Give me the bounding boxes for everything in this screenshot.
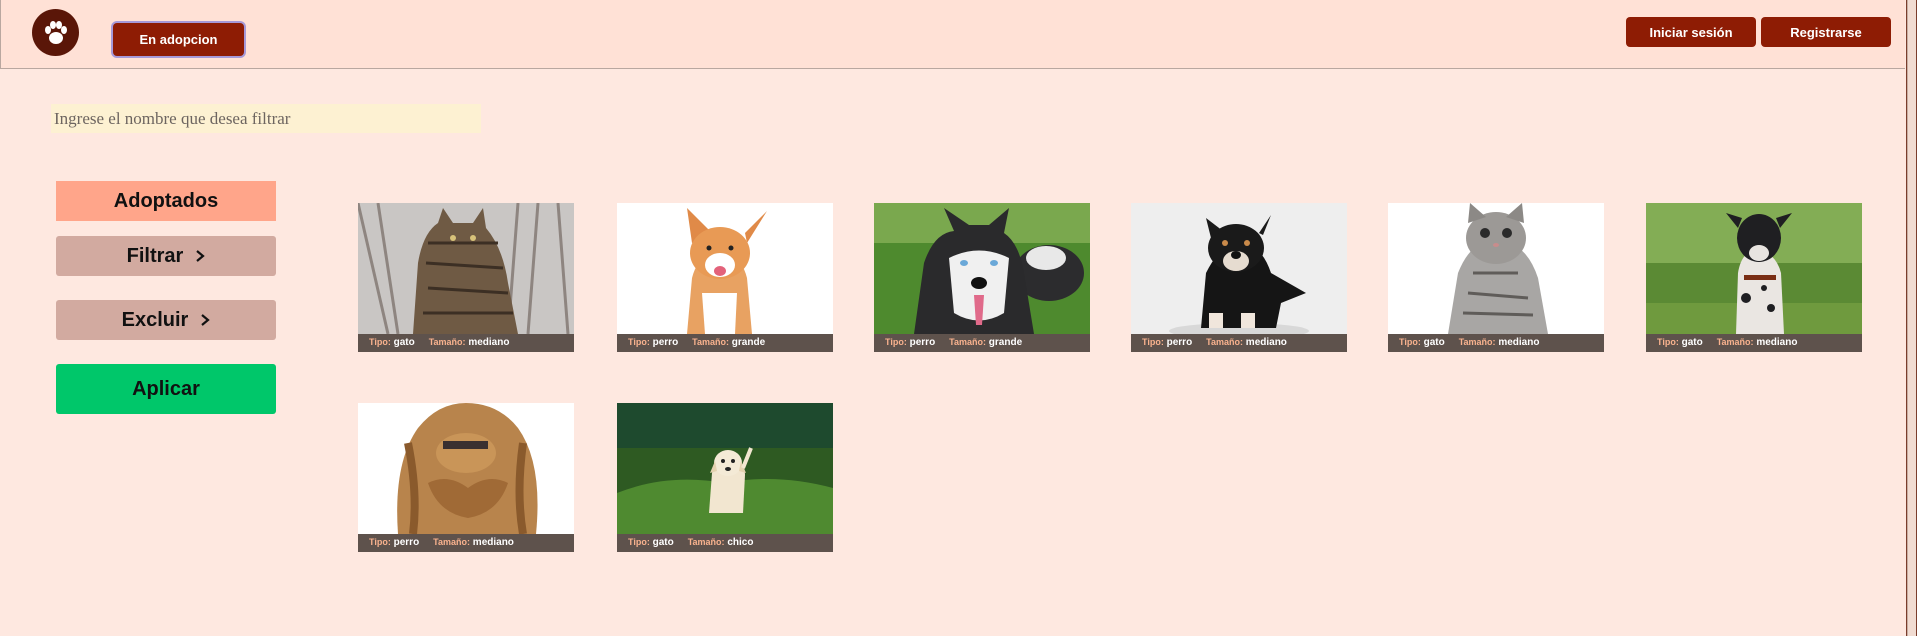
pet-tipo: perro	[393, 537, 420, 548]
top-navbar: En adopcion Iniciar sesión Registrarse	[0, 0, 1905, 69]
filtrar-button[interactable]: Filtrar	[56, 236, 276, 276]
chevron-right-icon	[195, 249, 206, 263]
pet-tamano: mediano	[468, 337, 510, 348]
pet-card[interactable]: Tipo: gato Tamaño: mediano	[1646, 203, 1862, 352]
pet-tamano: grande	[731, 337, 766, 348]
pet-card[interactable]: Tipo: perro Tamaño: mediano	[1131, 203, 1347, 352]
husky-photo	[874, 203, 1090, 334]
tamano-label: Tamaño:	[1716, 337, 1754, 347]
tipo-label: Tipo:	[369, 337, 391, 347]
pet-info: Tipo: perro Tamaño: grande	[874, 334, 1090, 352]
corgi-photo	[617, 203, 833, 334]
black-puppy-photo	[1131, 203, 1347, 334]
cocker-spaniel-photo	[358, 403, 574, 534]
search-input[interactable]: Ingrese el nombre que desea filtrar	[51, 104, 481, 133]
pet-card[interactable]: Tipo: gato Tamaño: mediano	[1388, 203, 1604, 352]
labrador-puppy-photo	[617, 403, 833, 534]
aplicar-label: Aplicar	[132, 377, 200, 400]
register-button[interactable]: Registrarse	[1761, 17, 1891, 47]
pet-tipo: gato	[1681, 337, 1703, 348]
tipo-label: Tipo:	[1399, 337, 1421, 347]
chevron-right-icon	[200, 313, 211, 327]
tamano-label: Tamaño:	[1206, 337, 1244, 347]
pet-info: Tipo: gato Tamaño: chico	[617, 534, 833, 552]
great-dane-photo	[1646, 203, 1862, 334]
pet-info: Tipo: perro Tamaño: grande	[617, 334, 833, 352]
excluir-button[interactable]: Excluir	[56, 300, 276, 340]
pet-info: Tipo: perro Tamaño: mediano	[1131, 334, 1347, 352]
pet-tamano: mediano	[1498, 337, 1540, 348]
pet-tipo: gato	[393, 337, 415, 348]
scrollbar-thumb[interactable]	[1907, 0, 1916, 636]
tipo-label: Tipo:	[885, 337, 907, 347]
pet-tipo: perro	[909, 337, 936, 348]
pet-card[interactable]: Tipo: perro Tamaño: grande	[617, 203, 833, 352]
pet-info: Tipo: perro Tamaño: mediano	[358, 534, 574, 552]
tipo-label: Tipo:	[628, 537, 650, 547]
tamano-label: Tamaño:	[433, 537, 471, 547]
tamano-label: Tamaño:	[692, 337, 730, 347]
tabby-cat-photo	[358, 203, 574, 334]
pet-card[interactable]: Tipo: gato Tamaño: mediano	[358, 203, 574, 352]
filtrar-label: Filtrar	[126, 244, 184, 267]
pet-info: Tipo: gato Tamaño: mediano	[1646, 334, 1862, 352]
aplicar-button[interactable]: Aplicar	[56, 364, 276, 414]
tamano-label: Tamaño:	[428, 337, 466, 347]
en-adopcion-button[interactable]: En adopcion	[113, 23, 244, 56]
pet-info: Tipo: gato Tamaño: mediano	[1388, 334, 1604, 352]
pet-card[interactable]: Tipo: perro Tamaño: grande	[874, 203, 1090, 352]
pet-tamano: mediano	[1245, 337, 1287, 348]
scrollbar[interactable]	[1906, 0, 1917, 636]
adoptados-label: Adoptados	[113, 189, 219, 212]
excluir-label: Excluir	[121, 308, 189, 331]
pet-tipo: gato	[652, 537, 674, 548]
pet-tamano: chico	[727, 537, 754, 548]
pet-tipo: gato	[1423, 337, 1445, 348]
adoptados-button[interactable]: Adoptados	[56, 181, 276, 221]
pet-tamano: mediano	[1756, 337, 1798, 348]
pet-card[interactable]: Tipo: gato Tamaño: chico	[617, 403, 833, 552]
grey-kitten-photo	[1388, 203, 1604, 334]
paw-icon[interactable]	[32, 9, 79, 56]
tamano-label: Tamaño:	[1458, 337, 1496, 347]
pet-tamano: mediano	[472, 537, 514, 548]
pet-tipo: perro	[1166, 337, 1193, 348]
tipo-label: Tipo:	[1142, 337, 1164, 347]
pet-card[interactable]: Tipo: perro Tamaño: mediano	[358, 403, 574, 552]
tipo-label: Tipo:	[628, 337, 650, 347]
tamano-label: Tamaño:	[949, 337, 987, 347]
pet-tipo: perro	[652, 337, 679, 348]
tipo-label: Tipo:	[1657, 337, 1679, 347]
login-button[interactable]: Iniciar sesión	[1626, 17, 1756, 47]
pet-tamano: grande	[988, 337, 1023, 348]
tipo-label: Tipo:	[369, 537, 391, 547]
pet-info: Tipo: gato Tamaño: mediano	[358, 334, 574, 352]
tamano-label: Tamaño:	[687, 537, 725, 547]
